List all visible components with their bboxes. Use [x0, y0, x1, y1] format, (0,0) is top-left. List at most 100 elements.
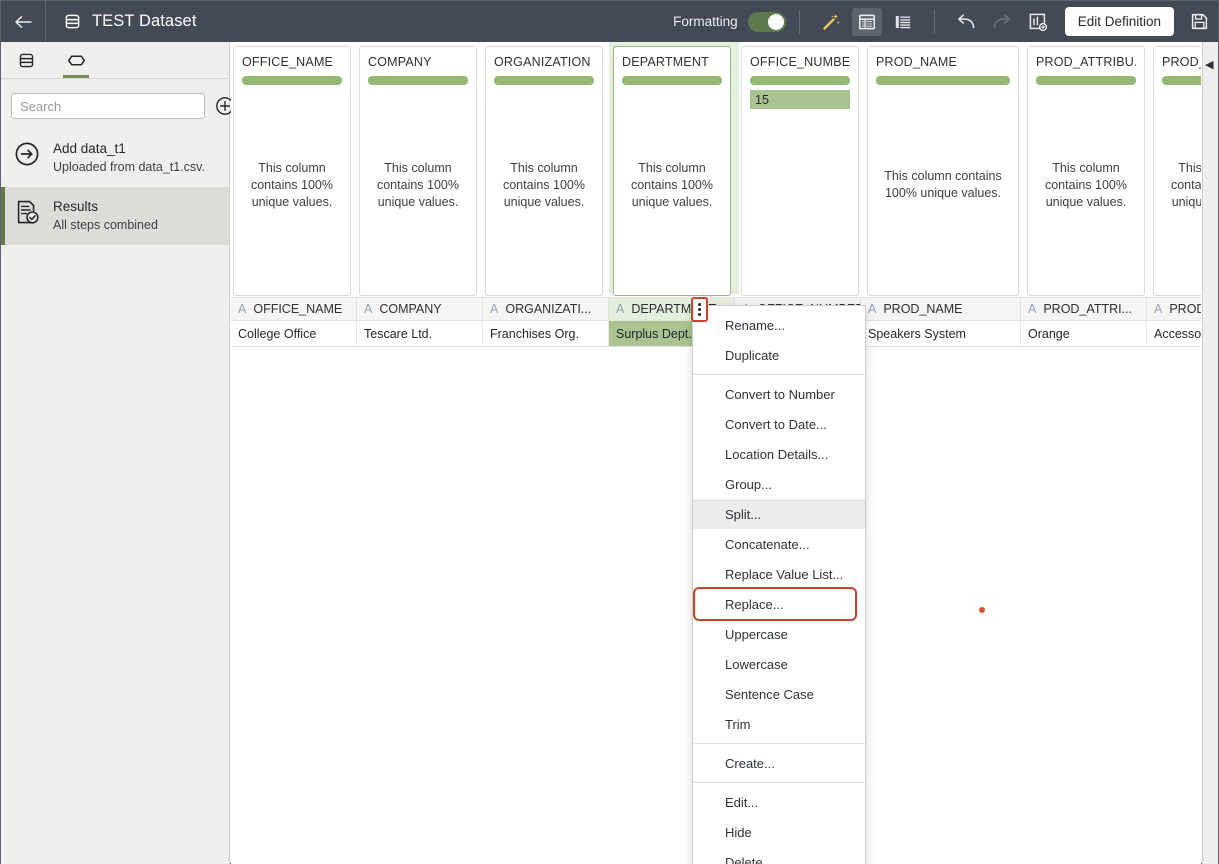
column-distribution-bar	[750, 76, 850, 85]
sidebar-item-results[interactable]: Results All steps combined	[1, 187, 229, 245]
table-cell[interactable]: Tescare Ltd.	[357, 321, 483, 346]
column-header-label: COMPANY	[379, 302, 441, 316]
column-menu-button[interactable]	[691, 297, 708, 322]
column-header-cell[interactable]: AOFFICE_NAME	[231, 298, 357, 320]
menu-item-replace[interactable]: Replace...	[695, 589, 855, 619]
column-header-cell[interactable]: A ORGANIZATI...	[483, 298, 609, 320]
menu-item-create[interactable]: Create...	[693, 748, 865, 778]
sidebar-item-title: Add data_t1	[53, 140, 205, 157]
column-card-wrapper: DEPARTMENTThis column contains 100% uniq…	[609, 42, 739, 294]
column-header-label: ORGANIZATI...	[505, 302, 591, 316]
column-card-note: This column contains 100% unique values.	[876, 85, 1010, 295]
table-cell[interactable]: Speakers System	[861, 321, 1021, 346]
menu-item-delete[interactable]: Delete	[693, 847, 865, 864]
chevron-left-icon[interactable]: ◀	[1205, 58, 1213, 71]
column-card-title: ORGANIZATION	[494, 55, 594, 69]
menu-item-sentence-case[interactable]: Sentence Case	[693, 679, 865, 709]
text-type-icon: A	[616, 302, 624, 316]
click-marker	[979, 607, 985, 613]
column-card-title: DEPARTMENT	[622, 55, 722, 69]
text-type-icon: A	[1154, 302, 1162, 316]
table-cell[interactable]: Franchises Org.	[483, 321, 609, 346]
search-input[interactable]	[11, 93, 205, 119]
more-vertical-icon-dot	[698, 303, 701, 306]
sidebar-item-text: Results All steps combined	[53, 198, 158, 234]
menu-item-hide[interactable]: Hide	[693, 817, 865, 847]
dataset-title-group: TEST Dataset	[46, 12, 197, 31]
column-card-wrapper: OFFICE_NAMEThis column contains 100% uni…	[231, 42, 357, 294]
column-card-note	[750, 109, 850, 295]
grid-view-button[interactable]	[852, 8, 882, 36]
column-header-cell[interactable]: APROD_TYPE	[1147, 298, 1201, 320]
menu-item-uppercase[interactable]: Uppercase	[693, 619, 865, 649]
table-cell[interactable]: College Office	[231, 321, 357, 346]
menu-item-lowercase[interactable]: Lowercase	[693, 649, 865, 679]
column-card-title: OFFICE_NAME	[242, 55, 342, 69]
column-card-title: PROD_NAME	[876, 55, 1010, 69]
magic-wand-button[interactable]	[816, 8, 846, 36]
table-cell[interactable]: Orange	[1021, 321, 1147, 346]
column-card-title: PROD_TYPE	[1162, 55, 1201, 69]
column-card-note: This column contains 100% unique values.	[368, 85, 468, 295]
column-card[interactable]: PROD_ATTRIBU...This column contains 100%…	[1027, 46, 1145, 296]
toggle-knob	[768, 14, 784, 30]
menu-item-edit[interactable]: Edit...	[693, 787, 865, 817]
save-button[interactable]	[1184, 8, 1214, 36]
menu-separator	[693, 782, 865, 783]
list-view-button[interactable]	[888, 8, 918, 36]
column-card[interactable]: ORGANIZATIONThis column contains 100% un…	[485, 46, 603, 296]
menu-item-convert-to-number[interactable]: Convert to Number	[693, 379, 865, 409]
undo-icon	[955, 13, 977, 31]
sidebar-tab-data-sources[interactable]	[11, 42, 41, 78]
magic-wand-icon	[821, 12, 841, 32]
right-rail: ◀	[1202, 42, 1218, 864]
menu-item-location-details[interactable]: Location Details...	[693, 439, 865, 469]
column-card-wrapper: PROD_NAME This column contains 100% uniqu…	[865, 42, 1025, 294]
column-header-cell[interactable]: APROD_ATTRI...	[1021, 298, 1147, 320]
formatting-toggle[interactable]	[748, 12, 786, 32]
undo-button[interactable]	[951, 8, 981, 36]
save-icon	[1190, 12, 1209, 31]
menu-item-convert-to-date[interactable]: Convert to Date...	[693, 409, 865, 439]
data-profile-icon	[1028, 12, 1048, 32]
list-view-icon	[894, 13, 912, 31]
edit-definition-button[interactable]: Edit Definition	[1065, 7, 1174, 36]
column-card[interactable]: OFFICE_NUMBER 15	[741, 46, 859, 296]
column-cards-row: OFFICE_NAME This column contains 100% uni…	[231, 42, 1201, 294]
menu-item-duplicate[interactable]: Duplicate	[693, 340, 865, 370]
menu-item-trim[interactable]: Trim	[693, 709, 865, 739]
column-card-value-badge[interactable]: 15	[750, 90, 850, 109]
menu-item-group[interactable]: Group...	[693, 469, 865, 499]
column-card[interactable]: COMPANYThis column contains 100% unique …	[359, 46, 477, 296]
column-card[interactable]: OFFICE_NAMEThis column contains 100% uni…	[233, 46, 351, 296]
text-type-icon: A	[868, 302, 876, 316]
more-vertical-icon-dot	[698, 308, 701, 311]
sidebar-item-add-data[interactable]: Add data_t1 Uploaded from data_t1.csv.	[1, 129, 229, 187]
arrow-right-circle-icon	[14, 141, 40, 167]
menu-item-split[interactable]: Split...	[693, 499, 865, 529]
sidebar-tab-recipe[interactable]	[61, 42, 91, 78]
column-header-cell[interactable]: ACOMPANY	[357, 298, 483, 320]
data-profile-button[interactable]	[1023, 8, 1053, 36]
back-button[interactable]	[1, 1, 45, 42]
more-vertical-icon-dot	[698, 313, 701, 316]
column-distribution-bar	[1036, 76, 1136, 85]
column-card[interactable]: DEPARTMENTThis column contains 100% uniq…	[613, 46, 731, 296]
column-header-cell[interactable]: A PROD_NAME	[861, 298, 1021, 320]
column-card-title: OFFICE_NUMBER	[750, 55, 850, 69]
text-type-icon: A	[490, 302, 498, 316]
table-cell[interactable]: Accessories	[1147, 321, 1201, 346]
column-card[interactable]: PROD_NAME This column contains 100% uniqu…	[867, 46, 1019, 296]
sidebar-tabs	[1, 42, 229, 79]
column-card-note: This column contains 100% unique values.	[1162, 85, 1201, 295]
grid-view-icon	[858, 13, 876, 31]
formatting-label: Formatting	[673, 14, 738, 29]
column-card[interactable]: PROD_TYPE This column contains 100% uniqu…	[1153, 46, 1201, 296]
column-header-label: PROD_NAME	[883, 302, 962, 316]
menu-item-replace-value-list[interactable]: Replace Value List...	[693, 559, 865, 589]
redo-button[interactable]	[987, 8, 1017, 36]
menu-item-concatenate[interactable]: Concatenate...	[693, 529, 865, 559]
text-type-icon: A	[1028, 302, 1036, 316]
menu-item-rename[interactable]: Rename...	[693, 310, 865, 340]
redo-icon	[991, 13, 1013, 31]
